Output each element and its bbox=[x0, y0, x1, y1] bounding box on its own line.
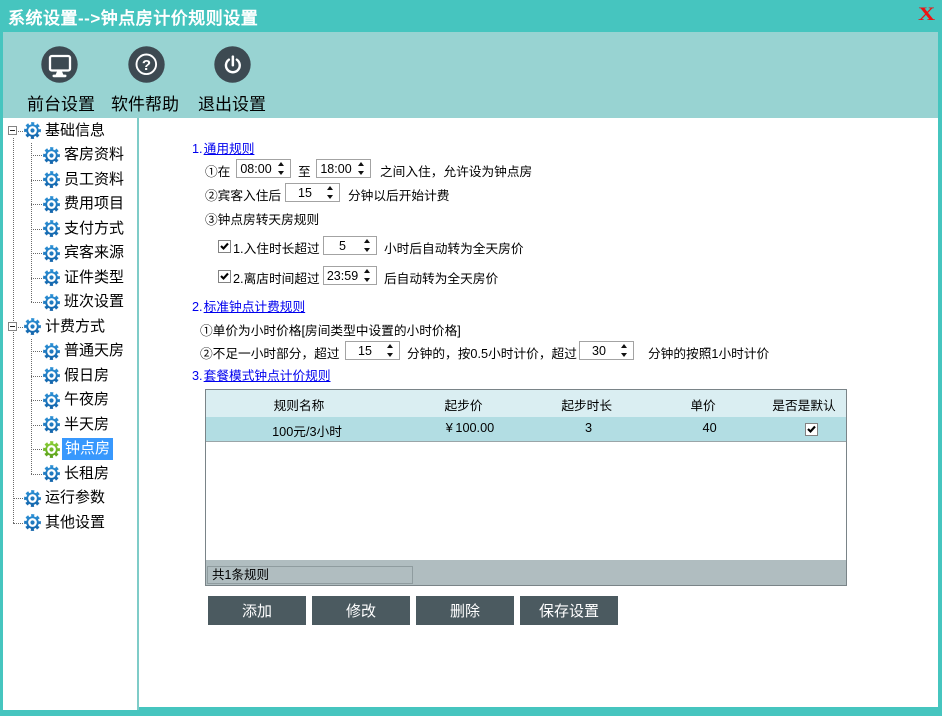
svg-text:?: ? bbox=[141, 57, 150, 74]
